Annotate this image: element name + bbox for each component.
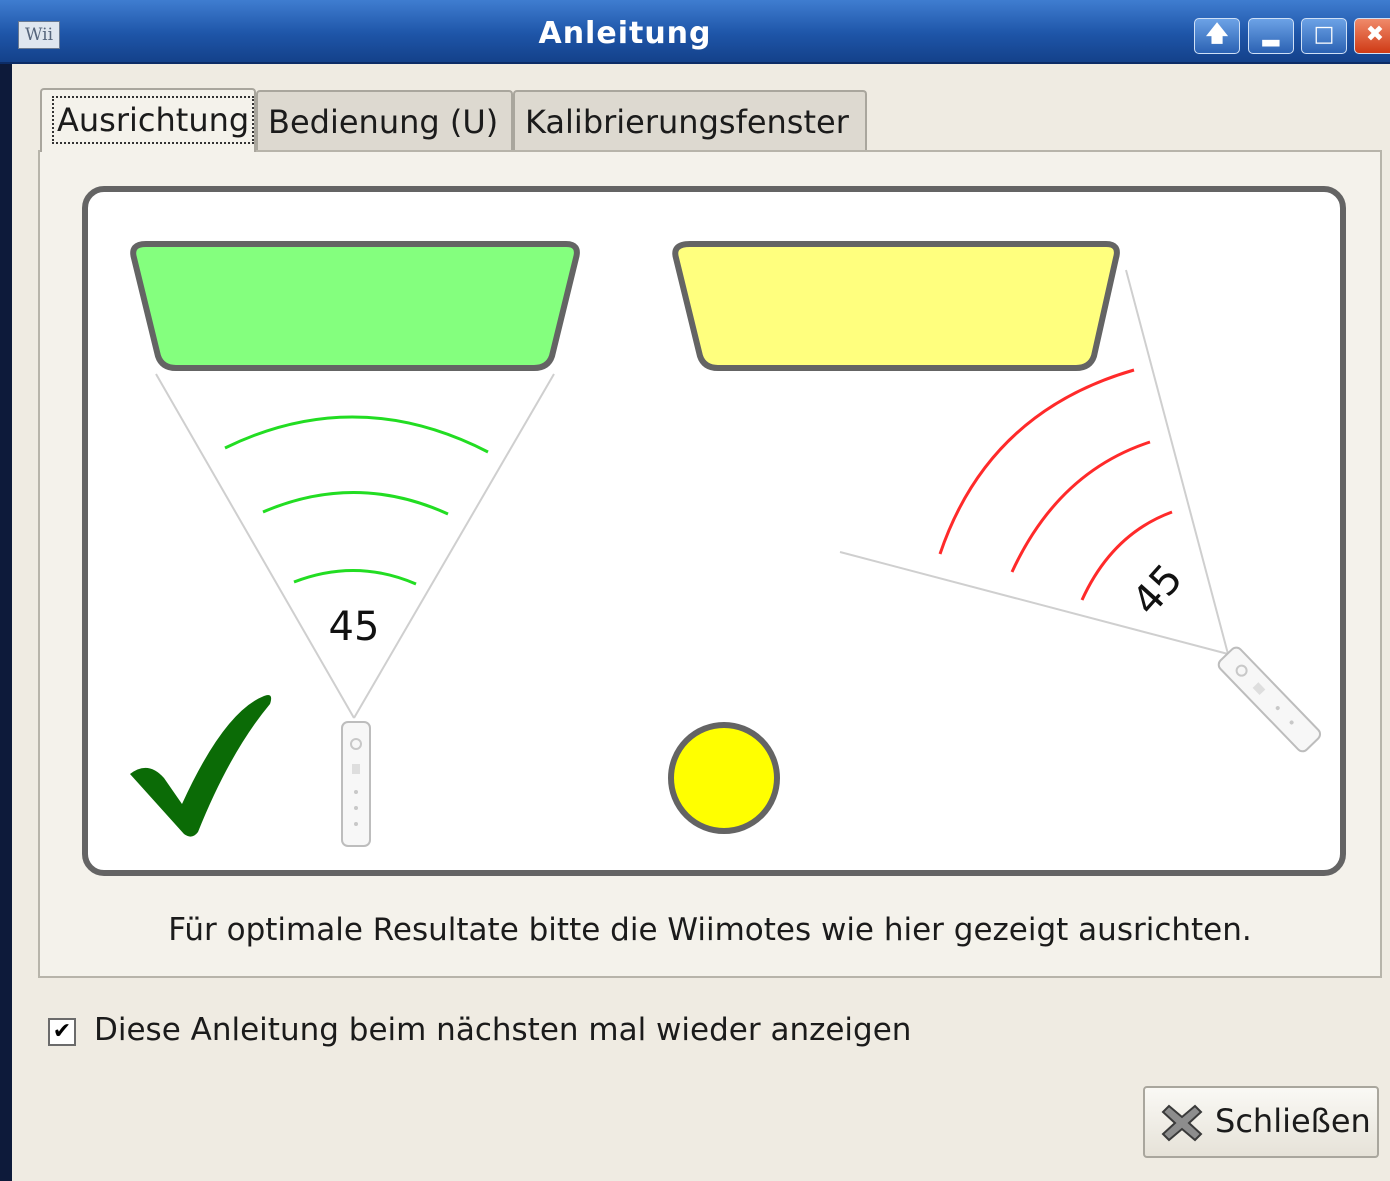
- correct-screen: [130, 241, 580, 371]
- tab-bedienung[interactable]: Bedienung (U): [256, 90, 513, 150]
- maximize-icon: □: [1313, 22, 1335, 47]
- wiimote-upright: [341, 721, 371, 847]
- title-bar[interactable]: Wii Anleitung 🡅 ▂ □ ✖: [0, 0, 1390, 64]
- tab-label: Bedienung (U): [268, 103, 499, 141]
- illustration-svg: 45 45: [130, 241, 1322, 847]
- wiimote-tilted: [1217, 646, 1322, 753]
- tab-ausrichtung[interactable]: Ausrichtung: [40, 88, 256, 152]
- tab-label: Ausrichtung: [52, 96, 255, 144]
- dialog-window: Wii Anleitung 🡅 ▂ □ ✖ Ausrichtung Bedien…: [0, 0, 1390, 1181]
- close-button-label: Schließen: [1215, 1102, 1371, 1140]
- tab-label: Kalibrierungsfenster: [525, 103, 849, 141]
- angle-label-right: 45: [1124, 556, 1192, 625]
- cone-edge-right: [353, 373, 555, 719]
- close-window-button[interactable]: ✖: [1354, 18, 1390, 54]
- signal-wave: [262, 491, 449, 516]
- close-button[interactable]: Schließen: [1143, 1086, 1379, 1158]
- show-again-checkbox[interactable]: ✔: [48, 1018, 76, 1046]
- signal-wave-bad: [1010, 440, 1151, 573]
- minimize-icon: ▂: [1262, 22, 1280, 47]
- instruction-caption: Für optimale Resultate bitte die Wiimote…: [168, 912, 1252, 948]
- cone-edge-left: [155, 373, 355, 719]
- minimize-button[interactable]: ▂: [1248, 18, 1294, 54]
- close-icon: ✖: [1365, 22, 1385, 47]
- show-again-label[interactable]: Diese Anleitung beim nächsten mal wieder…: [94, 1012, 911, 1048]
- orientation-illustration: 45 45: [82, 186, 1346, 876]
- close-x-icon: [1161, 1104, 1203, 1142]
- window-title: Anleitung: [538, 16, 712, 51]
- maximize-button[interactable]: □: [1301, 18, 1347, 54]
- checkmark-icon: ✔: [52, 1019, 72, 1044]
- shade-button[interactable]: 🡅: [1194, 18, 1240, 54]
- tab-kalibrierungsfenster[interactable]: Kalibrierungsfenster: [513, 90, 867, 150]
- sensor-dot: [668, 722, 780, 834]
- angle-label-left: 45: [329, 604, 380, 650]
- signal-wave: [293, 569, 417, 586]
- signal-wave: [224, 415, 489, 454]
- up-arrow-icon: 🡅: [1205, 22, 1229, 47]
- incorrect-screen: [672, 241, 1120, 371]
- check-icon: [130, 695, 272, 837]
